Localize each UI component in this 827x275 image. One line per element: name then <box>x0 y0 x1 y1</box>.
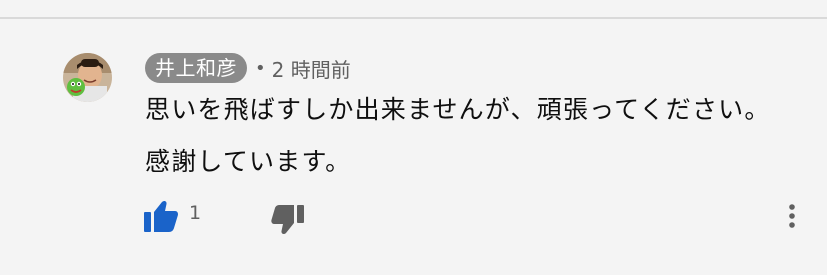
author-name[interactable]: 井上和彦 <box>145 53 247 83</box>
thumbs-down-icon <box>271 205 304 235</box>
vertical-dots-icon <box>789 204 795 228</box>
avatar-image <box>63 53 112 102</box>
avatar[interactable] <box>63 53 112 102</box>
dislike-button[interactable] <box>271 204 305 236</box>
top-divider <box>0 17 827 19</box>
thumbs-up-icon <box>144 200 179 232</box>
meta-separator: • <box>255 57 266 79</box>
like-button[interactable] <box>143 199 179 233</box>
more-actions-button[interactable] <box>780 200 804 232</box>
like-count: 1 <box>189 202 202 224</box>
comment-timestamp[interactable]: 2 時間前 <box>272 54 351 83</box>
comment-text: 思いを飛ばすしか出来ませんが、頑張ってください。感謝しています。 <box>145 95 771 176</box>
comment-header: 井上和彦 • 2 時間前 <box>145 52 351 84</box>
